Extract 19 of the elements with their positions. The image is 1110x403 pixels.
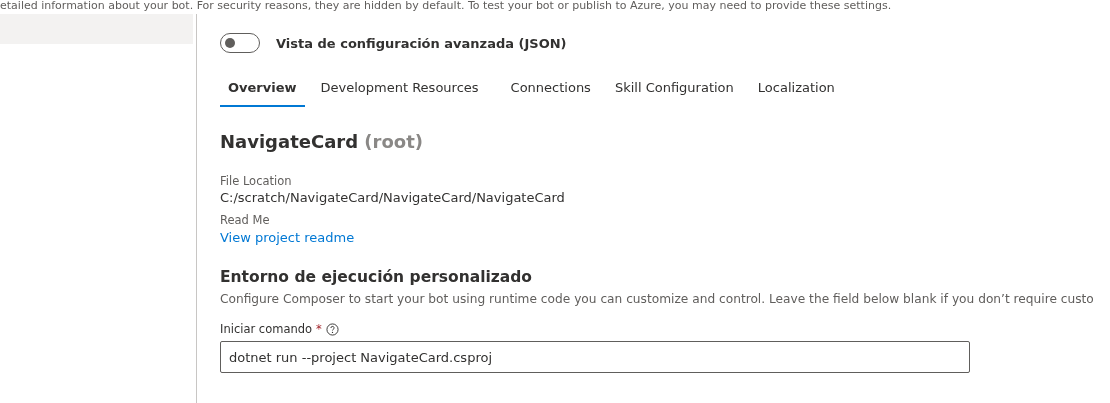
tab[interactable]: Localization [749, 70, 843, 107]
toggle-switch[interactable] [220, 33, 260, 53]
tab[interactable]: Connections [502, 70, 599, 107]
tab[interactable]: Skill Configuration [606, 70, 742, 107]
required-mark: * [316, 322, 322, 336]
file-path: C:/scratch/NavigateCard/NavigateCard/NavigateCard [220, 190, 566, 205]
section-description: Configure Composer to start your bot using runtime code you can customize and control. Leave the field below blank if you don’t require custo [220, 292, 1095, 306]
field-label: Iniciar comando [220, 322, 313, 336]
tab[interactable]: Overview [220, 70, 305, 107]
bot-title: NavigateCard (root) [220, 131, 425, 152]
toggle-label: Vista de configuración avanzada (JSON) [276, 35, 567, 51]
field-label: Read Me [220, 213, 271, 227]
command-input[interactable]: dotnet run --project NavigateCard.csproj [220, 341, 970, 373]
notice-text: etailed information about your bot. For security reasons, they are hidden by default. To test your bot or publish to Azure, you may need to provide these settings. [0, 0, 893, 14]
help-icon[interactable] [325, 322, 339, 336]
readme-link[interactable]: View project readme [220, 230, 355, 245]
field-label: File Location [220, 174, 293, 188]
section-title: Entorno de ejecución personalizado [220, 268, 534, 286]
tab[interactable]: Development Resources [312, 70, 487, 107]
